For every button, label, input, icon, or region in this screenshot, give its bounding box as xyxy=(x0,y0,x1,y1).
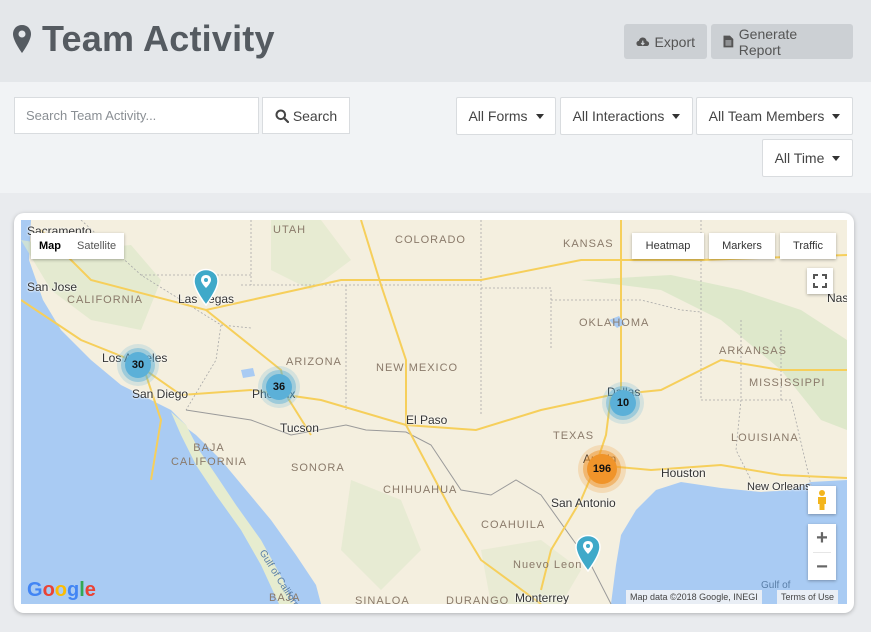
export-button[interactable]: Export xyxy=(624,24,707,59)
region-label: CHIHUAHUA xyxy=(383,484,458,496)
pegman-icon xyxy=(818,490,826,510)
forms-dropdown-label: All Forms xyxy=(468,108,528,124)
team-members-dropdown[interactable]: All Team Members xyxy=(696,97,853,135)
region-label: COLORADO xyxy=(395,234,466,246)
cluster-count: 10 xyxy=(616,397,630,409)
cluster-marker[interactable]: 30 xyxy=(125,352,151,378)
city-label: San Jose xyxy=(27,280,78,294)
region-label: Nuevo Leon xyxy=(513,559,583,571)
cluster-marker[interactable]: 196 xyxy=(587,454,617,484)
file-text-icon xyxy=(723,35,734,48)
cluster-marker[interactable]: 10 xyxy=(610,390,636,416)
map-type-satellite[interactable]: Satellite xyxy=(69,233,124,259)
time-dropdown[interactable]: All Time xyxy=(762,139,853,177)
region-label: UTAH xyxy=(273,224,307,236)
traffic-button[interactable]: Traffic xyxy=(780,233,836,259)
search-icon xyxy=(275,109,289,123)
region-label: COAHUILA xyxy=(481,519,546,531)
google-letter: o xyxy=(42,579,55,601)
caret-down-icon xyxy=(672,113,681,119)
region-label: NEW MEXICO xyxy=(376,362,459,374)
generate-report-button[interactable]: Generate Report xyxy=(711,24,853,59)
map-marker-icon xyxy=(13,25,31,53)
cluster-marker[interactable]: 36 xyxy=(266,374,292,400)
zoom-in-button[interactable]: + xyxy=(808,524,836,552)
time-dropdown-label: All Time xyxy=(774,150,825,166)
generate-report-label: Generate Report xyxy=(738,25,798,58)
heatmap-button[interactable]: Heatmap xyxy=(632,233,704,259)
zoom-control: + − xyxy=(808,524,836,580)
city-label: San Antonio xyxy=(551,496,616,510)
city-label: New Orleans xyxy=(747,481,811,493)
search-button-label: Search xyxy=(292,107,338,124)
map-pin-icon[interactable] xyxy=(574,534,602,572)
street-view-button[interactable] xyxy=(808,486,836,514)
fullscreen-icon xyxy=(813,274,827,288)
map-base-layer xyxy=(21,220,847,604)
team-members-dropdown-label: All Team Members xyxy=(708,108,825,124)
region-label: TEXAS xyxy=(553,430,595,442)
region-label: BAJA CALIFORNIA xyxy=(170,442,247,468)
search-input[interactable] xyxy=(14,97,259,134)
region-label: DURANGO xyxy=(446,595,510,604)
cluster-count: 30 xyxy=(131,359,145,371)
zoom-out-button[interactable]: − xyxy=(808,553,836,581)
fullscreen-button[interactable] xyxy=(807,268,833,294)
page-header: Team Activity Export Generate Report xyxy=(0,0,871,82)
map-type-map[interactable]: Map xyxy=(31,233,69,259)
region-label: ARIZONA xyxy=(286,356,342,368)
google-letter: e xyxy=(84,579,96,601)
region-label: OKLAHOMA xyxy=(579,317,650,329)
team-activity-map[interactable]: UTAH COLORADO KANSAS CALIFORNIA OKLAHOMA… xyxy=(21,220,847,604)
region-label: CALIFORNIA xyxy=(67,294,144,306)
region-label: ARKANSAS xyxy=(719,345,787,357)
cloud-download-icon xyxy=(636,36,650,46)
terms-link[interactable]: Terms of Use xyxy=(777,590,839,604)
google-letter: o xyxy=(54,579,67,601)
markers-button[interactable]: Markers xyxy=(709,233,775,259)
region-label: KANSAS xyxy=(563,238,614,250)
forms-dropdown[interactable]: All Forms xyxy=(456,97,556,135)
export-label: Export xyxy=(654,33,695,50)
caret-down-icon xyxy=(832,155,841,161)
cluster-count: 196 xyxy=(592,463,612,475)
city-label: San Diego xyxy=(132,387,189,401)
title-wrap: Team Activity xyxy=(12,18,275,60)
map-pin-icon[interactable] xyxy=(192,268,220,306)
google-letter: g xyxy=(67,579,80,601)
cluster-count: 36 xyxy=(272,381,286,393)
caret-down-icon xyxy=(832,113,841,119)
map-type-control: Map Satellite xyxy=(31,233,125,259)
page-title: Team Activity xyxy=(42,18,275,59)
search-button[interactable]: Search xyxy=(262,97,350,134)
region-label: SINALOA xyxy=(355,595,410,604)
city-label: Tucson xyxy=(280,421,319,435)
google-letter: G xyxy=(27,579,43,601)
region-label: LOUISIANA xyxy=(731,432,799,444)
map-card: UTAH COLORADO KANSAS CALIFORNIA OKLAHOMA… xyxy=(14,213,854,613)
city-label: El Paso xyxy=(406,413,448,427)
google-logo: Google xyxy=(27,579,96,602)
city-label: Houston xyxy=(661,466,706,480)
interactions-dropdown[interactable]: All Interactions xyxy=(560,97,693,135)
caret-down-icon xyxy=(535,113,544,119)
region-label: MISSISSIPPI xyxy=(749,377,826,389)
map-attribution: Map data ©2018 Google, INEGI xyxy=(626,590,762,604)
filter-bar: Search All Forms All Interactions All Te… xyxy=(0,82,871,193)
region-label: SONORA xyxy=(291,462,345,474)
city-label: Monterrey xyxy=(515,591,570,604)
interactions-dropdown-label: All Interactions xyxy=(572,108,665,124)
